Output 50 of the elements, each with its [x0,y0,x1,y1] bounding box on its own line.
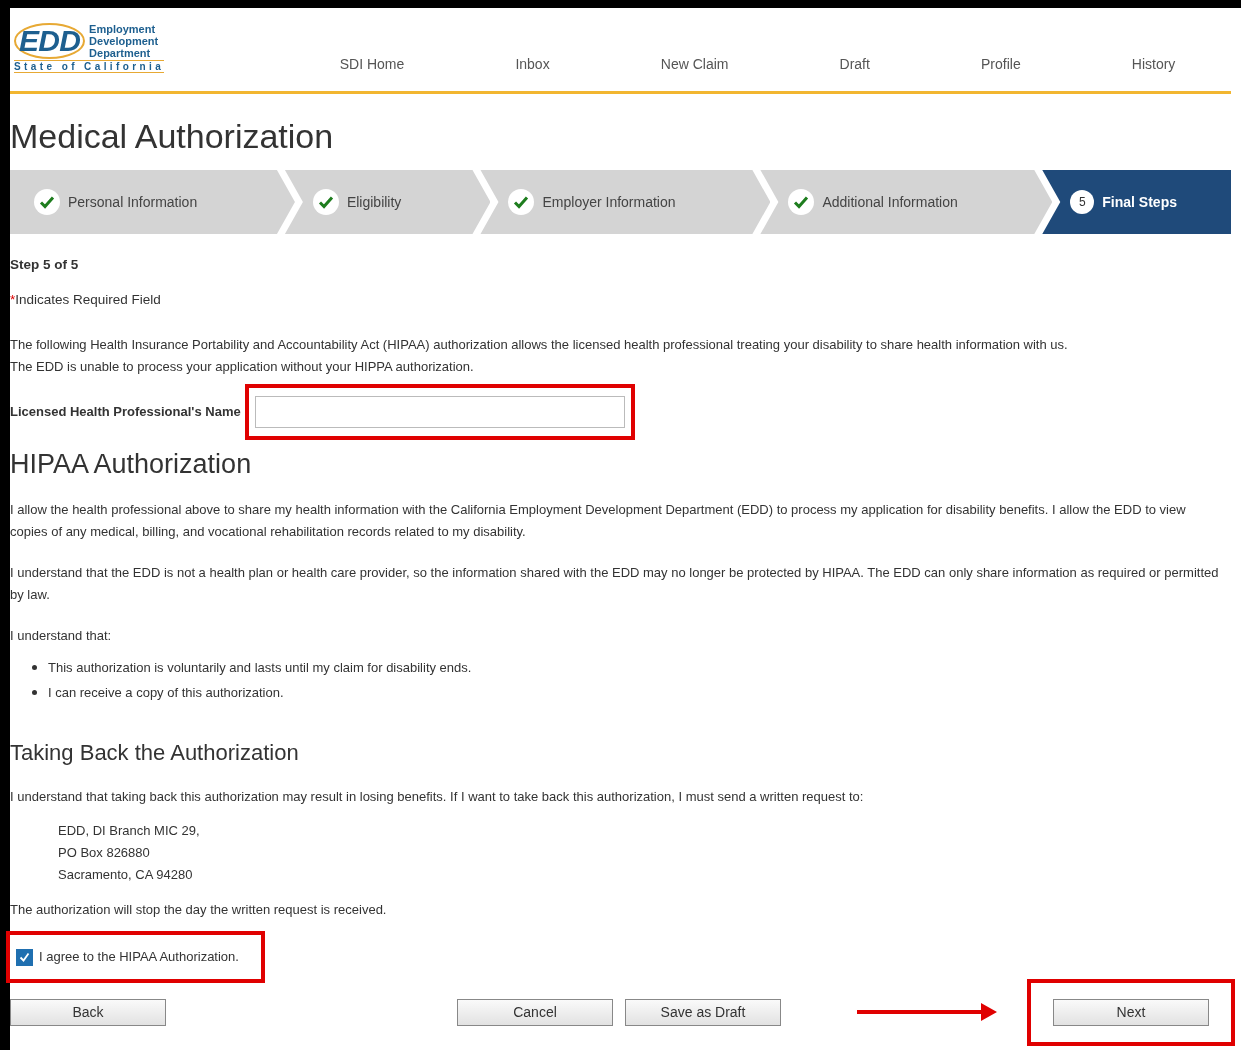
nav-link[interactable]: Profile [981,54,1021,75]
checkbox-label: I agree to the HIPAA Authorization. [39,948,239,966]
section-heading: Taking Back the Authorization [10,739,300,767]
required-mark: * [10,291,16,309]
name-input-field[interactable] [254,396,625,428]
body-paragraph: I understand that taking back this authorization may result in losing benefits. If I want to take back this authorization, I must send a written request to: [10,788,865,806]
form-button[interactable]: Cancel [457,998,613,1026]
body-paragraph: The authorization will stop the day the written request is received. [10,901,388,919]
address-line: PO Box 826880 [58,844,151,862]
logo-text: EDD [14,23,86,59]
nav-link[interactable]: New Claim [660,54,729,75]
required-note: Indicates Required Field [15,291,161,309]
field-label: Licensed Health Professional's Name [10,403,241,421]
nav-link[interactable]: History [1131,54,1176,75]
checkmark-icon [788,189,815,215]
nav-link[interactable]: Inbox [515,54,550,75]
progress-step: Additional Information [760,170,1053,234]
logo-tagline: State of California [14,60,165,73]
section-heading: HIPAA Authorization [10,448,253,480]
list-item: This authorization is voluntarily and lasts until my claim for disability ends. [48,658,472,677]
body-paragraph: I understand that the EDD is not a health plan or health care provider, so the information shared with the EDD may no longer be protected by HIPAA. The EDD can only share information as required or permitted by law. [10,564,1220,604]
intro-text: The following Health Insurance Portability and Accountability Act (HIPAA) authorization allows the licensed health professional treating your disability to share health information with us. [10,336,1069,354]
progress-step: Employer Information [480,170,771,234]
nav-link[interactable]: SDI Home [339,54,405,75]
address-line: EDD, DI Branch MIC 29, [58,822,201,840]
progress-step: Personal Information [10,170,295,234]
logo-text: Development [89,35,159,47]
progress-step: Eligibility [284,170,491,234]
checkmark-icon [19,951,30,963]
body-paragraph: I understand that: [10,627,113,645]
step-indicator: Step 5 of 5 [10,256,80,274]
bullet-icon [32,690,37,695]
form-button[interactable]: Back [10,998,166,1026]
address-line: Sacramento, CA 94280 [58,866,194,884]
checkmark-icon [508,189,535,215]
logo-text: Department [89,47,152,59]
progress-step: 5 Final Steps [1042,170,1231,234]
checkmark-icon [34,189,60,215]
nav-link[interactable]: Draft [839,54,870,75]
form-button[interactable]: Next [1053,998,1209,1026]
logo-text: Employment [89,23,157,35]
list-item: I can receive a copy of this authorization. [48,683,284,702]
step-number: 5 [1070,190,1095,214]
intro-text: The EDD is unable to process your application without your HIPPA authorization. [10,358,475,376]
checkmark-icon [312,189,339,215]
agree-checkbox[interactable] [16,948,33,966]
page-title: Medical Authorization [10,116,335,156]
form-button[interactable]: Save as Draft [625,998,781,1026]
body-paragraph: I allow the health professional above to share my health information with the California Employment Development Department (EDD) to process my application for disability benefits. I allow the EDD to view copies of any medical, billing, and vocational rehabilitation records related to my disability. [10,501,1187,541]
bullet-icon [32,665,37,670]
